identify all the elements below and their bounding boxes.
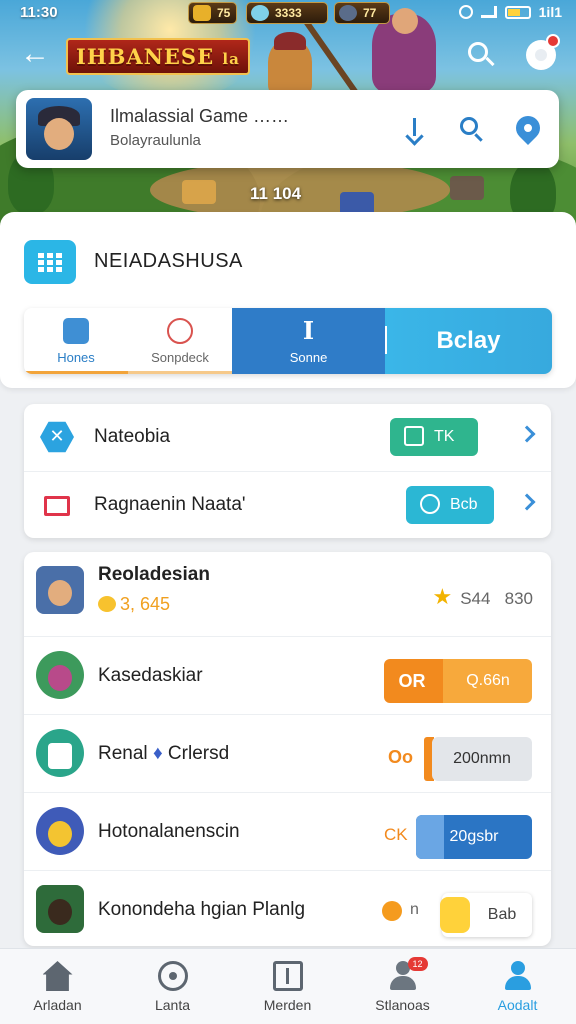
text-icon: I	[302, 316, 315, 345]
list-item[interactable]: Reoladesian 3, 645 ★ S44 830	[24, 552, 551, 630]
download-icon[interactable]	[400, 114, 430, 146]
coin-icon	[98, 596, 116, 612]
avatar	[36, 807, 84, 855]
nav-item-lanta[interactable]: Lanta	[115, 949, 230, 1024]
link-action-button[interactable]: TK	[390, 418, 478, 456]
action-button[interactable]: OR Q.66n	[384, 659, 532, 703]
avatar	[36, 885, 84, 933]
signal-icon	[480, 6, 497, 18]
game-subtitle: Bolayraulunla	[110, 132, 201, 149]
gold-icon	[193, 5, 211, 21]
target-icon	[167, 318, 193, 344]
search-icon[interactable]	[466, 40, 496, 70]
coin-icon	[382, 901, 402, 921]
tab-hones[interactable]: Hones	[24, 308, 128, 374]
resource-gems: 3333	[246, 2, 328, 24]
tab-bar: Hones Sonpdeck I Sonne Bclay	[24, 308, 552, 374]
chevron-right-icon[interactable]	[518, 425, 536, 443]
system-icons: 1il1	[458, 4, 562, 20]
action-button[interactable]: 200nmn	[432, 737, 532, 781]
bottom-navigation: Arladan Lanta Merden 12 Stlanoas Aodalt	[0, 948, 576, 1024]
battery-icon	[504, 5, 531, 19]
profile-icon	[503, 961, 533, 991]
compass-icon	[157, 961, 188, 991]
play-button[interactable]: Bclay	[385, 308, 552, 374]
link-action-button[interactable]: Bcb	[406, 486, 494, 524]
indicator-bar	[416, 815, 444, 859]
game-info-card[interactable]: Ilmalassial Game …… Bolayraulunla	[16, 90, 559, 168]
list-item[interactable]: Renal ♦ Crlersd Oo 200nmn	[24, 714, 551, 792]
flag-icon	[44, 496, 70, 516]
hero-stat-label: 11 104	[250, 184, 302, 203]
list-item[interactable]: Hotonalanenscin CK 20gsbr	[24, 792, 551, 870]
coin-icon	[440, 897, 470, 933]
player-list-card: Reoladesian 3, 645 ★ S44 830 Kasedaskiar …	[24, 552, 551, 946]
star-rating: ★ S44 830	[432, 584, 533, 609]
section-title: NEIADASHUSA	[94, 250, 243, 272]
chevron-right-icon[interactable]	[518, 493, 536, 511]
game-title: Ilmalassial Game ……	[110, 106, 290, 126]
coin-count: 3, 645	[98, 594, 170, 615]
link-row-nateobia[interactable]: Nateobia TK	[24, 404, 551, 471]
resource-gold: 75	[188, 2, 238, 24]
resource-energy: 77	[334, 2, 390, 24]
settings-gear-icon[interactable]	[526, 34, 560, 70]
notification-dot	[546, 34, 560, 48]
game-thumbnail	[26, 98, 92, 160]
notification-badge: 12	[407, 957, 428, 971]
clock: 11:30	[20, 4, 58, 21]
hexagon-icon	[40, 421, 74, 453]
avatar	[36, 566, 84, 614]
diamond-icon: ♦	[152, 743, 163, 764]
link-row-ragnaenin[interactable]: Ragnaenin Naata' Bcb	[24, 471, 551, 538]
square-icon	[404, 426, 424, 446]
list-item[interactable]: Konondeha hgian Planlg n Bab	[24, 870, 551, 948]
user-icon: 12	[388, 957, 428, 991]
nav-item-merden[interactable]: Merden	[230, 949, 345, 1024]
game-banner: 11:30 75 3333 77 1il1 ← IHBANESE la Ilma…	[0, 0, 576, 232]
star-icon: ★	[432, 584, 453, 609]
section-header-card: NEIADASHUSA Hones Sonpdeck I Sonne Bclay	[0, 212, 576, 388]
lead-label: CK	[384, 825, 408, 844]
avatar	[36, 651, 84, 699]
home-icon	[42, 961, 73, 991]
back-arrow-icon[interactable]: ←	[18, 38, 52, 72]
status-bar: 11:30 75 3333 77 1il1	[0, 0, 576, 28]
energy-icon	[339, 5, 357, 21]
crate	[450, 176, 484, 200]
list-item[interactable]: Kasedaskiar OR Q.66n	[24, 636, 551, 714]
search-icon[interactable]	[456, 114, 486, 144]
avatar	[36, 729, 84, 777]
gem-icon	[251, 5, 269, 21]
nav-item-stlanoas[interactable]: 12 Stlanoas	[345, 949, 460, 1024]
grid-icon	[24, 240, 76, 284]
location-status-icon	[458, 5, 473, 19]
tab-sonne[interactable]: I Sonne	[232, 308, 385, 374]
person-icon	[63, 318, 89, 344]
lead-label: Oo	[388, 747, 413, 767]
nav-item-aodalt[interactable]: Aodalt	[460, 949, 575, 1024]
game-logo: IHBANESE la	[66, 38, 250, 75]
quick-links-card: Nateobia TK Ragnaenin Naata' Bcb	[24, 404, 551, 538]
nav-item-arladan[interactable]: Arladan	[0, 949, 115, 1024]
crate	[182, 180, 216, 204]
book-icon	[272, 961, 303, 991]
network-label: 1il1	[538, 4, 562, 20]
app-bar: ← IHBANESE la	[0, 30, 576, 78]
location-pin-icon[interactable]	[511, 111, 545, 145]
tab-sonpdeck[interactable]: Sonpdeck	[128, 308, 232, 374]
action-button[interactable]: Bab	[440, 893, 532, 937]
lead-label: n	[410, 901, 419, 918]
badge-icon	[420, 494, 440, 514]
